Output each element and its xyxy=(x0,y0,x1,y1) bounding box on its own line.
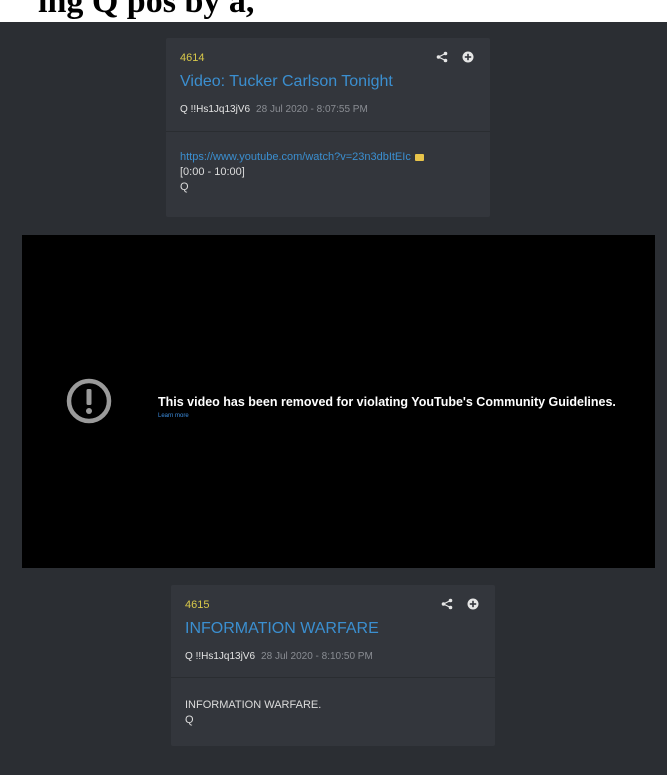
video-removed-message: This video has been removed for violatin… xyxy=(158,395,616,409)
post-body-signature: Q xyxy=(180,181,189,193)
post-card: 4615 INFORMATION WARFARE Q !!Hs1Jq13jV6 … xyxy=(171,585,495,746)
folder-icon[interactable] xyxy=(414,153,424,161)
video-link[interactable]: https://www.youtube.com/watch?v=23n3dbIt… xyxy=(180,151,411,163)
video-player[interactable]: This video has been removed for violatin… xyxy=(22,235,655,568)
post-body-line: INFORMATION WARFARE. xyxy=(185,699,322,711)
post-number[interactable]: 4615 xyxy=(185,599,209,611)
post-body-line: [0:00 - 10:00] xyxy=(180,166,245,178)
post-header: 4614 Video: Tucker Carlson Tonight Q !!H… xyxy=(166,38,490,132)
post-author: Q !!Hs1Jq13jV6 xyxy=(180,104,251,115)
share-icon[interactable] xyxy=(436,50,448,63)
post-meta: Q !!Hs1Jq13jV6 28 Jul 2020 - 8:10:50 PM xyxy=(185,651,373,662)
cropped-heading-text: ing Q pos by a, xyxy=(38,0,255,20)
post-number[interactable]: 4614 xyxy=(180,52,204,64)
top-cropped-heading: ing Q pos by a, xyxy=(0,0,667,22)
post-title[interactable]: Video: Tucker Carlson Tonight xyxy=(180,73,393,91)
post-timestamp: 28 Jul 2020 - 8:07:55 PM xyxy=(256,104,368,115)
plus-circle-icon[interactable] xyxy=(462,50,474,63)
alert-circle-icon xyxy=(66,378,112,424)
page-background: ing Q pos by a, 4614 Video: Tucker Carls… xyxy=(0,0,667,775)
post-meta: Q !!Hs1Jq13jV6 28 Jul 2020 - 8:07:55 PM xyxy=(180,104,368,115)
post-body: https://www.youtube.com/watch?v=23n3dbIt… xyxy=(166,132,490,195)
post-body: INFORMATION WARFARE. Q xyxy=(171,678,495,728)
post-header: 4615 INFORMATION WARFARE Q !!Hs1Jq13jV6 … xyxy=(171,585,495,678)
post-title[interactable]: INFORMATION WARFARE xyxy=(185,620,379,638)
post-timestamp: 28 Jul 2020 - 8:10:50 PM xyxy=(261,651,373,662)
learn-more-link[interactable]: Learn more xyxy=(158,413,189,419)
post-body-signature: Q xyxy=(185,714,194,726)
post-author: Q !!Hs1Jq13jV6 xyxy=(185,651,256,662)
post-actions xyxy=(441,597,479,610)
share-icon[interactable] xyxy=(441,597,453,610)
plus-circle-icon[interactable] xyxy=(467,597,479,610)
post-card: 4614 Video: Tucker Carlson Tonight Q !!H… xyxy=(166,38,490,217)
post-actions xyxy=(436,50,474,63)
